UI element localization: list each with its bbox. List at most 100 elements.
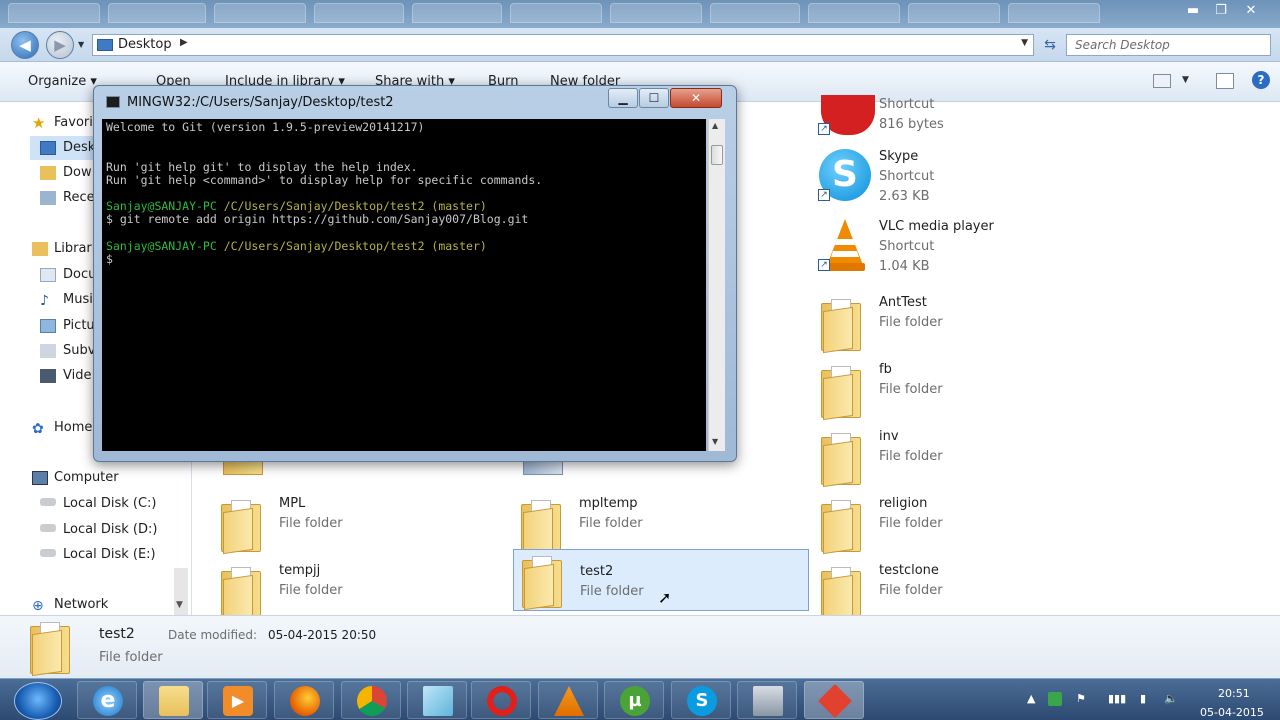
nav-downloads[interactable]: Dow — [63, 165, 92, 180]
nav-documents[interactable]: Docu — [63, 267, 96, 282]
videos-icon — [40, 369, 56, 383]
taskbar-chrome[interactable] — [341, 681, 401, 719]
forward-button[interactable]: ▶ — [46, 31, 74, 59]
clock-time[interactable]: 20:51 — [1218, 687, 1250, 700]
taskbar-git-bash[interactable] — [804, 681, 864, 719]
chevron-right-icon[interactable]: ▶ — [180, 37, 188, 48]
file-tile[interactable]: S ↗ Skype Shortcut 2.63 KB — [813, 147, 1109, 209]
background-tab[interactable] — [710, 3, 800, 23]
terminal-scrollbar[interactable]: ▲ ▼ — [708, 119, 725, 451]
close-button[interactable]: ✕ — [670, 88, 722, 108]
opera-icon — [487, 686, 517, 716]
scroll-up-icon[interactable]: ▲ — [712, 121, 718, 130]
chevron-down-icon[interactable]: ▼ — [1021, 38, 1028, 48]
background-tab[interactable] — [214, 3, 306, 23]
background-tab[interactable] — [510, 3, 602, 23]
nav-network[interactable]: Network — [54, 597, 108, 612]
nav-homegroup[interactable]: Home — [54, 420, 92, 435]
folder-icon — [159, 686, 189, 716]
folder-tile[interactable]: AntTest File folder — [813, 293, 1109, 355]
background-tab[interactable] — [808, 3, 900, 23]
nav-subversion[interactable]: Subv — [63, 343, 95, 358]
taskbar-vlc[interactable] — [538, 681, 598, 719]
background-tab[interactable] — [908, 3, 1000, 23]
taskbar-internet-explorer[interactable]: e — [77, 681, 137, 719]
internet-explorer-icon: e — [93, 686, 123, 716]
background-tab[interactable] — [8, 3, 100, 23]
folder-tile[interactable]: mpltemp File folder — [513, 494, 809, 556]
tray-icon[interactable]: ▮ — [1140, 692, 1146, 705]
nav-local-disk-d[interactable]: Local Disk (D:) — [63, 522, 157, 537]
change-view-icon[interactable] — [1153, 74, 1171, 88]
terminal-title: MINGW32:/C/Users/Sanjay/Desktop/test2 — [127, 95, 394, 110]
scroll-down-icon[interactable]: ▼ — [176, 600, 183, 610]
folder-tile[interactable]: tempjj File folder — [213, 561, 509, 623]
nav-music[interactable]: Musi — [63, 292, 93, 307]
action-center-icon[interactable]: ⚑ — [1076, 692, 1086, 705]
nav-pictures[interactable]: Pictu — [63, 318, 95, 333]
terminal-title-bar[interactable]: MINGW32:/C/Users/Sanjay/Desktop/test2 ▁ … — [94, 86, 736, 116]
folder-tile-selected[interactable]: test2 File folder ➚ — [513, 549, 809, 611]
clock-date[interactable]: 05-04-2015 — [1200, 706, 1264, 719]
background-tab[interactable] — [108, 3, 206, 23]
close-icon[interactable]: ✕ — [1238, 2, 1264, 20]
subversion-icon — [40, 344, 56, 358]
folder-tile[interactable]: testclone File folder — [813, 561, 1109, 623]
file-tile[interactable]: ↗ VLC media player Shortcut 1.04 KB — [813, 217, 1109, 279]
nav-local-disk-e[interactable]: Local Disk (E:) — [63, 547, 156, 562]
maximize-icon[interactable]: ❐ — [1208, 2, 1234, 20]
nav-local-disk-c[interactable]: Local Disk (C:) — [63, 496, 156, 511]
background-tab[interactable] — [1008, 3, 1100, 23]
refresh-icon[interactable]: ⇆ — [1040, 34, 1060, 56]
taskbar-opera[interactable] — [471, 681, 531, 719]
preview-pane-icon[interactable] — [1216, 73, 1234, 89]
chevron-down-icon[interactable]: ▼ — [1182, 75, 1189, 85]
folder-tile[interactable]: fb File folder — [813, 360, 1109, 422]
tray-app-icon[interactable] — [1048, 692, 1062, 706]
scroll-down-icon[interactable]: ▼ — [712, 437, 718, 446]
search-input[interactable]: Search Desktop — [1066, 34, 1271, 56]
minimize-icon[interactable]: ▬ — [1180, 2, 1206, 20]
nav-recent-places[interactable]: Rece — [63, 190, 95, 205]
folder-tile[interactable]: MPL File folder — [213, 494, 509, 556]
tray-expand-icon[interactable]: ▲ — [1027, 692, 1035, 705]
nav-desktop[interactable]: Desk — [63, 140, 95, 155]
recent-pages-icon[interactable]: ▼ — [78, 40, 84, 49]
taskbar-notepad[interactable] — [407, 681, 467, 719]
taskbar-file-explorer[interactable] — [143, 681, 203, 719]
network-status-icon[interactable]: ▮▮▮ — [1108, 692, 1126, 705]
taskbar-firefox[interactable] — [274, 681, 334, 719]
organize-menu[interactable]: Organize ▾ — [28, 74, 97, 89]
taskbar-skype[interactable]: S — [671, 681, 731, 719]
minimize-button[interactable]: ▁ — [608, 88, 638, 108]
nav-computer[interactable]: Computer — [54, 470, 119, 485]
nav-libraries[interactable]: Librari — [54, 241, 95, 256]
local-disk-icon — [40, 498, 56, 506]
maximize-button[interactable]: ☐ — [639, 88, 669, 108]
nav-favorites[interactable]: Favori — [54, 115, 93, 130]
background-tab[interactable] — [412, 3, 502, 23]
taskbar-utorrent[interactable]: µ — [604, 681, 664, 719]
breadcrumb-desktop[interactable]: Desktop — [118, 37, 172, 52]
start-button[interactable] — [14, 682, 62, 720]
folder-tile[interactable]: religion File folder — [813, 494, 1109, 556]
volume-icon[interactable]: 🔈 — [1164, 692, 1178, 705]
folder-type: File folder — [879, 583, 943, 598]
selected-item-name: test2 — [99, 626, 135, 642]
address-bar[interactable]: Desktop ▶ ▼ — [92, 34, 1034, 56]
terminal-input-line[interactable]: $ — [106, 252, 702, 266]
background-tab[interactable] — [610, 3, 702, 23]
taskbar-desktop-app[interactable] — [737, 681, 797, 719]
git-bash-window[interactable]: MINGW32:/C/Users/Sanjay/Desktop/test2 ▁ … — [93, 85, 737, 462]
folder-tile[interactable]: inv File folder — [813, 427, 1109, 489]
taskbar-media-player[interactable]: ▶ — [207, 681, 267, 719]
terminal-line: Run 'git help <command>' to display help… — [106, 172, 543, 187]
file-size: 816 bytes — [879, 117, 944, 132]
nav-videos[interactable]: Vide — [63, 368, 91, 383]
scroll-thumb[interactable] — [711, 145, 723, 165]
vlc-icon — [554, 686, 584, 716]
back-button[interactable]: ◀ — [11, 31, 39, 59]
terminal-output[interactable]: Welcome to Git (version 1.9.5-preview201… — [102, 119, 706, 451]
help-icon[interactable]: ? — [1252, 71, 1270, 89]
background-tab[interactable] — [314, 3, 404, 23]
